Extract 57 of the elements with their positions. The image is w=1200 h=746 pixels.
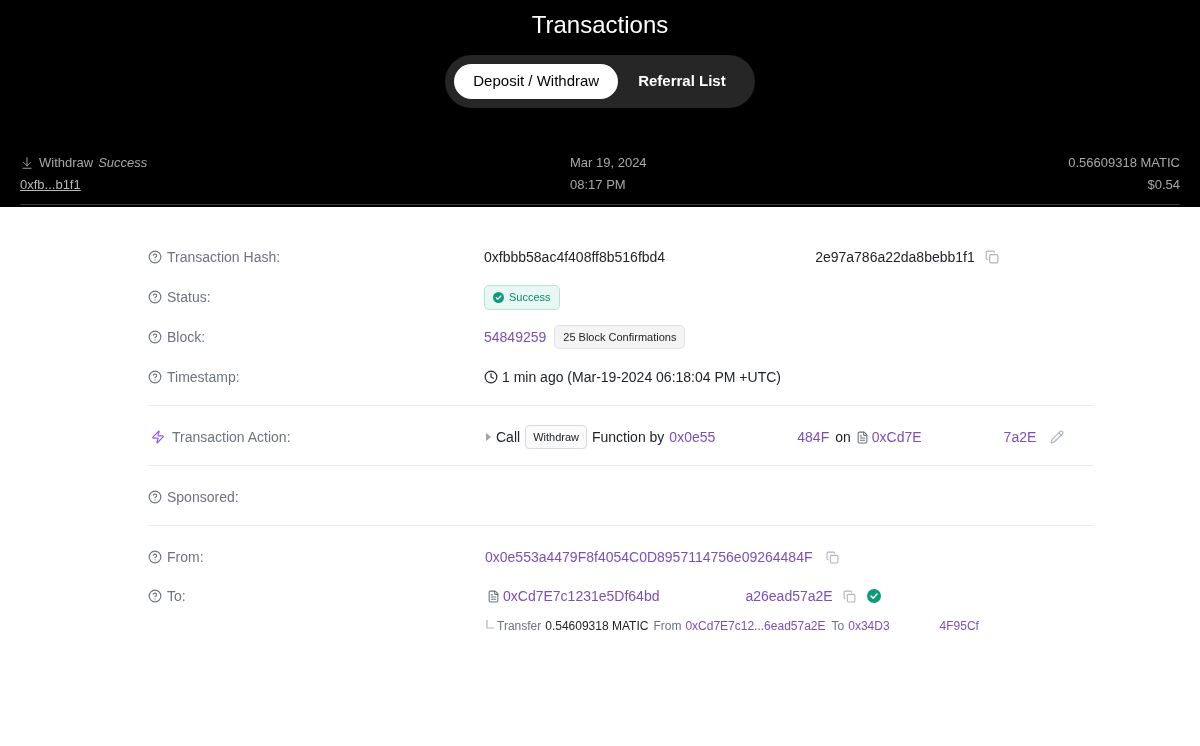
help-icon[interactable]	[148, 290, 162, 304]
address-link[interactable]: 0xCd7E7c12...6ead57a2E	[685, 617, 826, 635]
check-circle-icon	[493, 291, 504, 303]
field-label: To:	[167, 586, 186, 606]
download-icon	[20, 156, 34, 170]
contract-link[interactable]: 0xCd7E7c1231e5Df64bd	[503, 585, 660, 607]
help-icon[interactable]	[148, 490, 162, 504]
from-label: From	[653, 618, 682, 635]
transaction-link[interactable]: 0xfb...b1f1	[20, 175, 81, 195]
contract-link[interactable]: a26ead57a2E	[745, 585, 833, 607]
field-label: Sponsored:	[167, 487, 239, 507]
help-icon[interactable]	[148, 330, 162, 344]
method-badge: Withdraw	[525, 425, 587, 449]
block-link[interactable]: 54849259	[484, 326, 547, 348]
page-title: Transactions	[531, 10, 669, 40]
status-text: Success	[509, 289, 551, 305]
address-link[interactable]: 484F	[797, 426, 830, 448]
hash-text: 2e97a786a22da8bebb1f1	[815, 247, 975, 267]
timestamp-text: 1 min ago (Mar-19-2024 06:18:04 PM +UTC)	[502, 367, 781, 387]
address-link[interactable]: 4F95Cf	[939, 617, 979, 635]
branch-line-icon	[486, 619, 494, 629]
field-label: Transaction Hash:	[167, 247, 281, 267]
lightning-icon	[151, 430, 165, 444]
tab[interactable]: Referral List	[618, 64, 746, 99]
help-icon[interactable]	[148, 370, 162, 384]
clock-icon	[484, 370, 498, 384]
transaction-amount: 0.56609318 MATIC	[1068, 154, 1180, 172]
on-text: on	[835, 427, 851, 447]
help-icon[interactable]	[148, 250, 162, 264]
transfer-amount: 0.54609318 MATIC	[545, 618, 649, 635]
contract-link[interactable]: 7a2E	[1003, 426, 1037, 448]
to-label: To	[831, 618, 845, 635]
help-icon[interactable]	[148, 589, 162, 603]
contract-link[interactable]: 0xCd7E	[871, 426, 922, 448]
transaction-date: Mar 19, 2024	[570, 154, 647, 172]
field-label: Timestamp:	[167, 367, 240, 387]
address-link[interactable]: 0x34D3	[848, 617, 890, 635]
function-by-text: Function by	[591, 427, 665, 447]
field-label: From:	[167, 547, 204, 567]
confirmations-badge: 25 Block Confirmations	[554, 325, 686, 349]
address-link[interactable]: 0x0e553a4479F8f4054C0D8957114756e09264484F	[485, 546, 813, 568]
field-label: Transaction Action:	[172, 427, 291, 447]
field-label: Block:	[167, 327, 206, 347]
field-label: Status:	[167, 287, 211, 307]
address-link[interactable]: 0x0e55	[669, 426, 716, 448]
call-text: Call	[496, 427, 521, 447]
transaction-time: 08:17 PM	[570, 176, 626, 194]
document-icon	[487, 589, 500, 603]
tab[interactable]: Deposit / Withdraw	[454, 64, 619, 99]
document-icon	[855, 430, 869, 444]
help-icon[interactable]	[148, 550, 162, 564]
hash-text: 0xfbbb58ac4f408ff8b516fbd4	[484, 247, 666, 267]
transaction-fiat: $0.54	[1147, 176, 1180, 194]
transfer-label: Transfer	[497, 618, 542, 635]
caret-icon[interactable]	[486, 433, 491, 441]
transaction-status: Success	[98, 154, 148, 173]
transaction-type: Withdraw	[39, 154, 94, 173]
